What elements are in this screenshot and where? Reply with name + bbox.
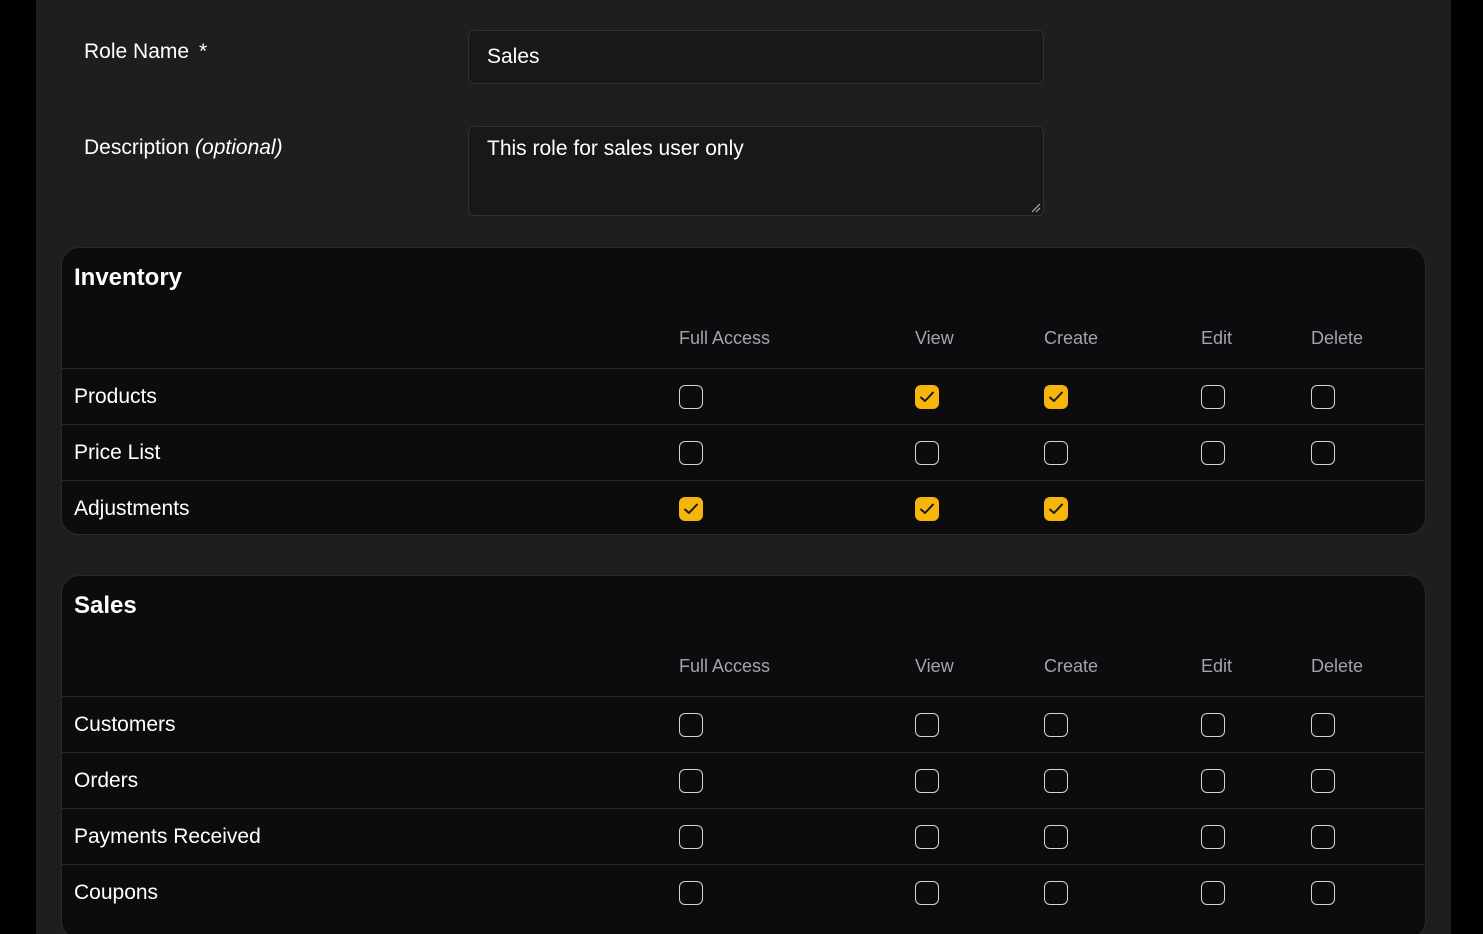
check-icon [684,503,698,514]
column-header-create: Create [1044,656,1099,676]
permission-row-payments-received: Payments Received [62,808,1425,865]
column-header-full-access: Full Access [679,656,771,676]
view-checkbox[interactable] [915,769,939,793]
edit-checkbox[interactable] [1201,769,1225,793]
permission-row-label: Products [74,385,157,408]
view-checkbox[interactable] [915,881,939,905]
create-checkbox[interactable] [1044,385,1068,409]
check-icon [920,503,934,514]
edit-checkbox[interactable] [1201,441,1225,465]
role-form-panel: Role Name * Description(optional) This ro… [36,0,1451,934]
edit-checkbox[interactable] [1201,713,1225,737]
permission-card-inventory: Inventory Full Access View Create Edit Delete… [61,247,1426,535]
full-access-checkbox[interactable] [679,881,703,905]
delete-checkbox[interactable] [1311,825,1335,849]
permission-row-customers: Customers [62,696,1425,753]
column-header-edit: Edit [1201,328,1233,348]
create-checkbox[interactable] [1044,441,1068,465]
description-label: Description (optional) [84,136,283,160]
edit-checkbox[interactable] [1201,385,1225,409]
permission-row-label: Orders [74,769,139,792]
view-checkbox[interactable] [915,497,939,521]
view-checkbox[interactable] [915,825,939,849]
permission-row-label: Adjustments [74,497,190,520]
delete-checkbox[interactable] [1311,441,1335,465]
section-title: Sales [74,592,137,619]
permission-row-label: Coupons [74,881,159,904]
permission-card-sales: Sales Full Access View Create Edit Delete Cust… [61,575,1426,934]
permission-row-products: Products [62,368,1425,425]
column-header-create: Create [1044,328,1099,348]
permission-row-price-list: Price List [62,424,1425,481]
role-name-input[interactable] [468,30,1044,84]
optional-mark: (optional) [195,136,283,159]
edit-checkbox[interactable] [1201,881,1225,905]
role-name-label: Role Name * [84,40,207,64]
delete-checkbox[interactable] [1311,713,1335,737]
column-header-full-access: Full Access [679,328,771,348]
permission-row-label: Payments Received [74,825,261,848]
column-header-view: View [915,656,954,676]
full-access-checkbox[interactable] [679,497,703,521]
check-icon [920,391,934,402]
description-label-text: Description [84,136,190,159]
edit-checkbox[interactable] [1201,825,1225,849]
role-name-label-text: Role Name [84,40,190,63]
full-access-checkbox[interactable] [679,441,703,465]
view-checkbox[interactable] [915,441,939,465]
permission-row-adjustments: Adjustments [62,480,1425,534]
view-checkbox[interactable] [915,385,939,409]
full-access-checkbox[interactable] [679,825,703,849]
resize-grip-icon[interactable] [1031,203,1041,213]
required-mark: * [199,40,208,63]
delete-checkbox[interactable] [1311,881,1335,905]
check-icon [1049,391,1063,402]
view-checkbox[interactable] [915,713,939,737]
create-checkbox[interactable] [1044,825,1068,849]
permission-row-label: Price List [74,441,161,464]
delete-checkbox[interactable] [1311,385,1335,409]
delete-checkbox[interactable] [1311,769,1335,793]
permission-row-label: Customers [74,713,176,736]
column-header-delete: Delete [1311,328,1364,348]
column-header-delete: Delete [1311,656,1364,676]
permission-row-coupons: Coupons [62,864,1425,921]
column-header-edit: Edit [1201,656,1233,676]
check-icon [1049,503,1063,514]
create-checkbox[interactable] [1044,769,1068,793]
permission-row-orders: Orders [62,752,1425,809]
description-textarea[interactable]: This role for sales user only [468,126,1044,216]
create-checkbox[interactable] [1044,713,1068,737]
create-checkbox[interactable] [1044,881,1068,905]
full-access-checkbox[interactable] [679,713,703,737]
column-header-view: View [915,328,954,348]
full-access-checkbox[interactable] [679,385,703,409]
section-title: Inventory [74,264,183,291]
full-access-checkbox[interactable] [679,769,703,793]
create-checkbox[interactable] [1044,497,1068,521]
